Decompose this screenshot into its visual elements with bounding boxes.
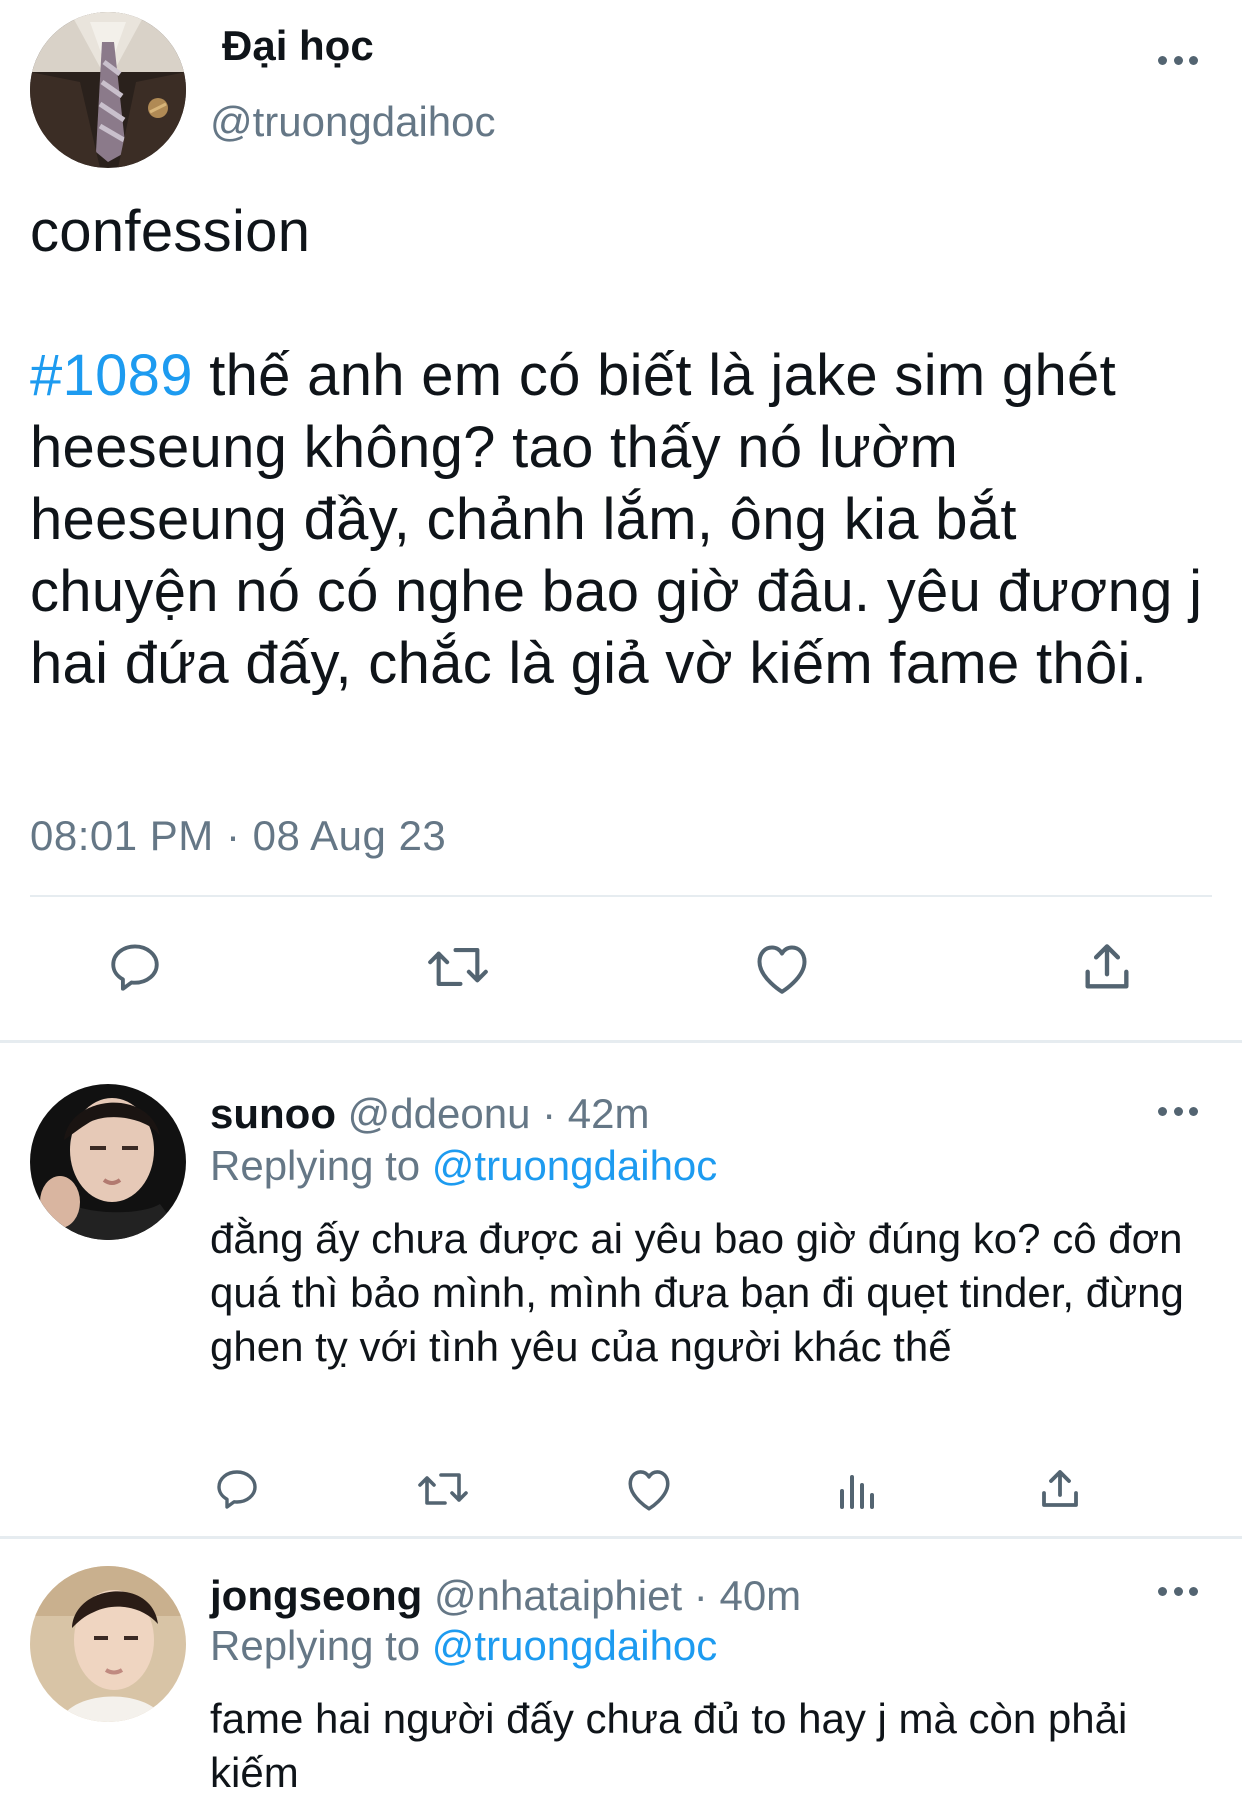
- hashtag-link[interactable]: #1089: [30, 343, 193, 408]
- divider: [0, 1536, 1242, 1539]
- mention-link[interactable]: @truongdaihoc: [432, 1622, 718, 1669]
- reply-header: jongseong @nhataiphiet · 40m: [210, 1572, 801, 1620]
- replying-prefix: Replying to: [210, 1622, 432, 1669]
- replying-to: Replying to @truongdaihoc: [210, 1622, 717, 1670]
- reply-icon[interactable]: [106, 938, 164, 996]
- like-icon[interactable]: [624, 1466, 674, 1512]
- retweet-icon[interactable]: [414, 1465, 472, 1513]
- share-icon[interactable]: [1036, 1465, 1084, 1513]
- more-options-icon[interactable]: [1158, 53, 1198, 67]
- avatar-main[interactable]: [30, 12, 186, 168]
- tweet-text-line: confession: [30, 199, 311, 264]
- reply-text: fame hai người đấy chưa đủ to hay j mà c…: [210, 1695, 1128, 1796]
- reply-author-name[interactable]: jongseong: [210, 1572, 422, 1619]
- replying-to: Replying to @truongdaihoc: [210, 1142, 717, 1190]
- divider: [30, 895, 1212, 897]
- avatar-reply[interactable]: [30, 1566, 186, 1722]
- retweet-icon[interactable]: [424, 938, 492, 996]
- reply-handle-time[interactable]: @nhataiphiet · 40m: [422, 1572, 801, 1619]
- reply-author-name[interactable]: sunoo: [210, 1090, 336, 1137]
- replying-prefix: Replying to: [210, 1142, 432, 1189]
- reply-handle-time[interactable]: @ddeonu · 42m: [336, 1090, 650, 1137]
- mention-link[interactable]: @truongdaihoc: [432, 1142, 718, 1189]
- share-icon[interactable]: [1078, 938, 1136, 996]
- reply-header: sunoo @ddeonu · 42m: [210, 1090, 649, 1138]
- tweet-text-body: thế anh em có biết là jake sim ghét hees…: [30, 343, 1203, 696]
- avatar-reply[interactable]: [30, 1084, 186, 1240]
- author-handle[interactable]: @truongdaihoc: [210, 98, 496, 146]
- divider: [0, 1040, 1242, 1043]
- tweet-timestamp[interactable]: 08:01 PM · 08 Aug 23: [30, 812, 446, 860]
- more-options-icon[interactable]: [1158, 1584, 1198, 1598]
- like-icon[interactable]: [752, 940, 812, 996]
- author-display-name[interactable]: Đại học: [222, 22, 374, 70]
- more-options-icon[interactable]: [1158, 1104, 1198, 1118]
- reply-icon[interactable]: [213, 1465, 261, 1513]
- reply-text: đằng ấy chưa được ai yêu bao giờ đúng ko…: [210, 1215, 1184, 1370]
- tweet-text: confession #1089 thế anh em có biết là j…: [30, 196, 1220, 700]
- analytics-icon[interactable]: [832, 1465, 880, 1513]
